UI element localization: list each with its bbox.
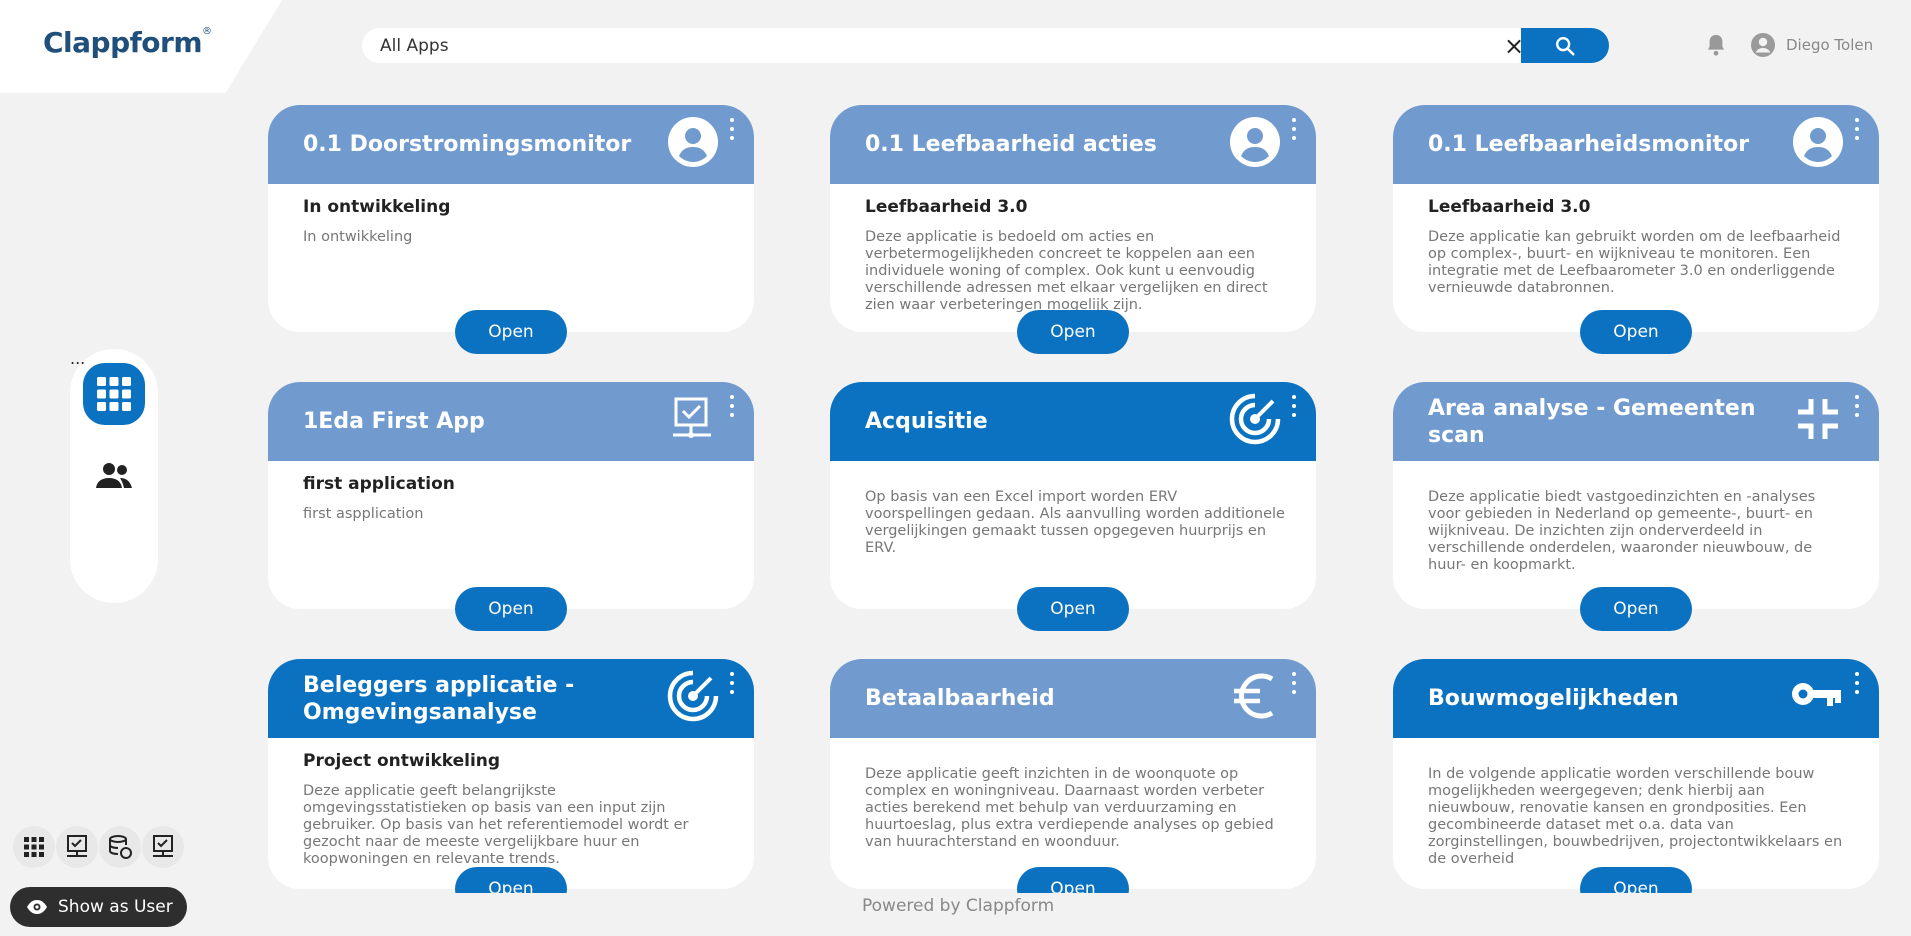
tool-monitor-button[interactable] <box>56 826 98 868</box>
more-options-icon[interactable] <box>1290 672 1298 694</box>
app-card-title: Betaalbaarheid <box>865 686 1055 711</box>
notification-bell-icon[interactable] <box>1704 32 1728 58</box>
app-card-header: Beleggers applicatie - Omgevingsanalyse <box>268 659 754 738</box>
app-card: Beleggers applicatie - Omgevingsanalyse P… <box>268 659 754 911</box>
app-card-subtitle: Leefbaarheid 3.0 <box>865 197 1028 217</box>
app-card-header: Bouwmogelijkheden <box>1393 659 1879 738</box>
collapse-icon <box>1791 392 1845 446</box>
open-app-button[interactable]: Open <box>1580 587 1692 631</box>
app-card-title: Acquisitie <box>865 409 988 434</box>
app-card-title: Beleggers applicatie - Omgevingsanalyse <box>303 672 575 725</box>
app-card-subtitle: Project ontwikkeling <box>303 751 501 771</box>
monitor-check-icon <box>67 835 87 857</box>
app-card-description: Op basis van een Excel import worden ERV… <box>865 489 1285 556</box>
more-options-icon[interactable] <box>1853 672 1861 694</box>
user-icon <box>666 115 720 169</box>
app-card-description: Deze applicatie biedt vastgoedinzichten … <box>1428 489 1816 573</box>
app-card: 0.1 Leefbaarheid acties Leefbaarheid 3.0 D… <box>830 105 1316 354</box>
tool-database-button[interactable] <box>99 826 141 868</box>
logo-text: Clappform <box>43 26 203 59</box>
app-card-title: 0.1 Doorstromingsmonitor <box>303 132 632 157</box>
app-card-header: 1Eda First App <box>268 382 754 461</box>
apps-grid-icon <box>97 377 131 411</box>
logo-registered-mark: ® <box>202 26 212 37</box>
target-icon <box>1228 392 1282 446</box>
open-app-button[interactable]: Open <box>455 587 567 631</box>
app-card-header: Betaalbaarheid <box>830 659 1316 738</box>
app-card-title: Bouwmogelijkheden <box>1428 686 1679 711</box>
user-icon <box>1228 115 1282 169</box>
target-icon <box>666 669 720 723</box>
open-app-button[interactable]: Open <box>1580 310 1692 354</box>
app-card-description: Deze applicatie geeft inzichten in de wo… <box>865 766 1274 850</box>
app-card: Acquisitie Op basis van een Excel import … <box>830 382 1316 631</box>
app-card: Bouwmogelijkheden In de volgende applicat… <box>1393 659 1879 911</box>
app-card-description: Deze applicatie kan gebruikt worden om d… <box>1428 229 1841 296</box>
app-card-description: In de volgende applicatie worden verschi… <box>1428 766 1843 867</box>
monitor-check-icon <box>153 835 173 857</box>
app-card: 0.1 Doorstromingsmonitor In ontwikkeling I… <box>268 105 754 354</box>
logo[interactable]: Clappform® <box>43 26 212 59</box>
powered-by: Powered by Clappform <box>862 896 1055 916</box>
app-card-header: 0.1 Leefbaarheidsmonitor <box>1393 105 1879 184</box>
app-card-header: 0.1 Doorstromingsmonitor <box>268 105 754 184</box>
more-options-icon[interactable] <box>1290 395 1298 417</box>
database-sync-icon <box>109 835 132 859</box>
app-card-description: Deze applicatie is bedoeld om acties en … <box>865 229 1268 313</box>
app-card-subtitle: Leefbaarheid 3.0 <box>1428 197 1591 217</box>
app-card-title: 0.1 Leefbaarheidsmonitor <box>1428 132 1750 157</box>
user-avatar-icon <box>1751 33 1775 57</box>
app-card: 1Eda First App first application first asp… <box>268 382 754 631</box>
search-button[interactable] <box>1521 28 1609 63</box>
app-card-description: In ontwikkeling <box>303 229 413 245</box>
app-card-title: Area analyse - Gemeenten scan <box>1428 395 1756 448</box>
more-options-icon[interactable] <box>1853 395 1861 417</box>
more-options-icon[interactable] <box>1853 118 1861 140</box>
app-card: Area analyse - Gemeenten scan Deze applic… <box>1393 382 1879 631</box>
key-icon <box>1791 669 1845 723</box>
sidebar: ... <box>70 349 158 603</box>
eye-icon <box>27 900 47 914</box>
show-as-user-label: Show as User <box>58 897 173 917</box>
user-menu[interactable]: Diego Tolen <box>1750 30 1873 60</box>
monitor-check-icon <box>666 392 720 446</box>
more-options-icon[interactable] <box>728 395 736 417</box>
users-icon <box>96 463 132 488</box>
bottom-fade <box>260 893 1900 936</box>
app-card-header: Area analyse - Gemeenten scan <box>1393 382 1879 461</box>
user-icon <box>1791 115 1845 169</box>
open-app-button[interactable]: Open <box>1017 310 1129 354</box>
more-options-icon[interactable] <box>1290 118 1298 140</box>
app-card-title: 0.1 Leefbaarheid acties <box>865 132 1157 157</box>
open-app-button[interactable]: Open <box>455 310 567 354</box>
search-input[interactable] <box>380 28 1480 63</box>
more-options-icon[interactable] <box>728 118 736 140</box>
app-card: Betaalbaarheid Deze applicatie geeft inzi… <box>830 659 1316 911</box>
app-card-header: 0.1 Leefbaarheid acties <box>830 105 1316 184</box>
app-card-description: first aspplication <box>303 506 424 522</box>
open-app-button[interactable]: Open <box>1017 587 1129 631</box>
user-name: Diego Tolen <box>1786 36 1874 54</box>
tool-monitor-button-2[interactable] <box>142 826 184 868</box>
sidebar-item-apps[interactable] <box>83 363 145 425</box>
app-card-header: Acquisitie <box>830 382 1316 461</box>
app-card-subtitle: first application <box>303 474 455 494</box>
euro-icon <box>1228 669 1282 723</box>
more-options-icon[interactable] <box>728 672 736 694</box>
app-card-description: Deze applicatie geeft belangrijkste omge… <box>303 783 689 867</box>
app-card-subtitle: In ontwikkeling <box>303 197 451 217</box>
sidebar-item-users[interactable] <box>83 445 145 507</box>
search-icon <box>1556 36 1575 56</box>
show-as-user-button[interactable]: Show as User <box>10 887 187 927</box>
tool-apps-button[interactable] <box>13 826 55 868</box>
grid-icon <box>24 837 44 857</box>
app-card: 0.1 Leefbaarheidsmonitor Leefbaarheid 3.0… <box>1393 105 1879 354</box>
search-bar: × <box>362 28 1609 63</box>
app-card-title: 1Eda First App <box>303 409 485 434</box>
